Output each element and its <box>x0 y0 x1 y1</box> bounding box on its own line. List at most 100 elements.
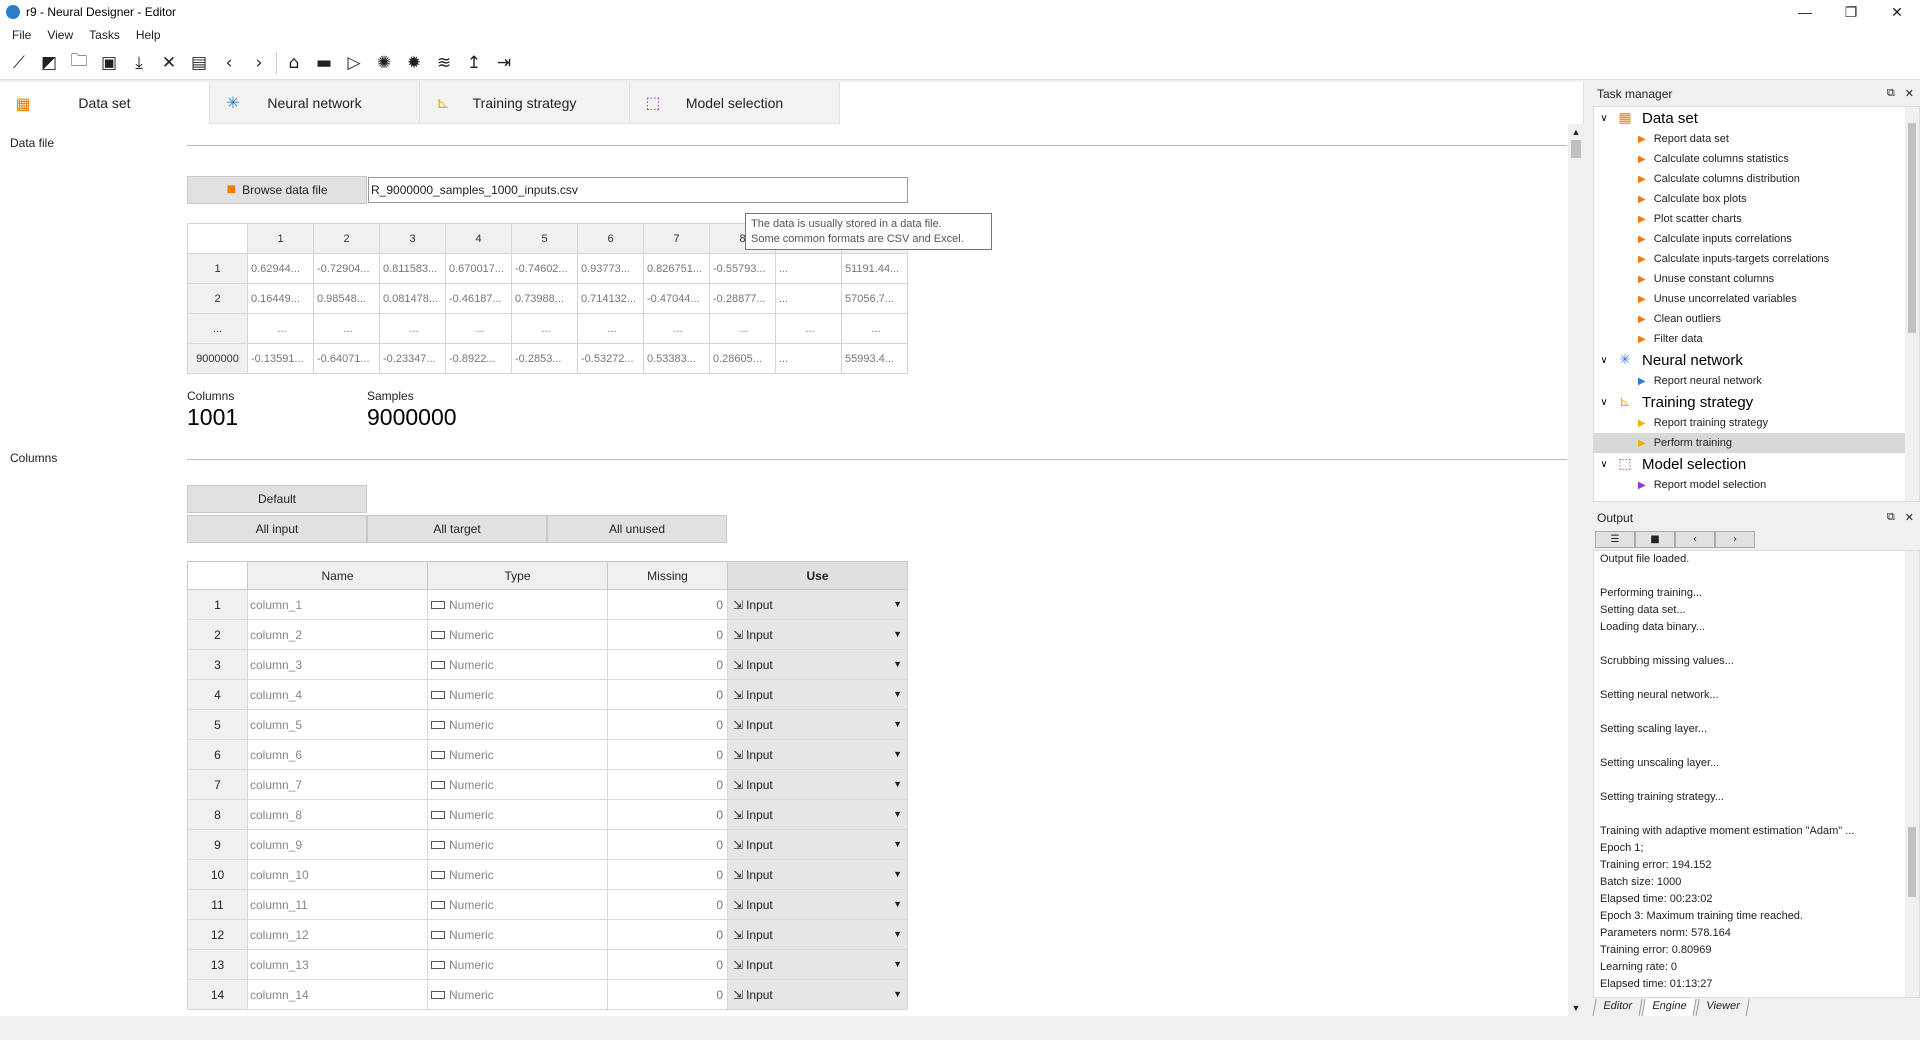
tab-viewer[interactable]: Viewer <box>1695 999 1751 1017</box>
download-icon[interactable]: ⤓ <box>124 49 154 77</box>
previous-icon[interactable]: ‹ <box>1675 531 1715 548</box>
float-pane-icon[interactable]: ⧉ <box>1887 511 1895 524</box>
use-select[interactable]: ⇲ Input ▼ <box>727 829 908 860</box>
close-icon[interactable]: ✕ <box>154 49 184 77</box>
column-name-field[interactable]: column_14 <box>247 979 428 1010</box>
chevron-down-icon[interactable]: ▼ <box>893 869 902 879</box>
use-select[interactable]: ⇲ Input ▼ <box>727 769 908 800</box>
minimize-button[interactable]: — <box>1782 0 1828 24</box>
scroll-thumb[interactable] <box>1571 140 1581 158</box>
use-select[interactable]: ⇲ Input ▼ <box>727 589 908 620</box>
task-item[interactable]: ▶ Report data set <box>1594 129 1919 149</box>
chevron-down-icon[interactable]: ∨ <box>1594 355 1614 366</box>
scroll-down-icon[interactable]: ▼ <box>1568 1000 1584 1016</box>
use-select[interactable]: ⇲ Input ▼ <box>727 709 908 740</box>
task-item[interactable]: ▶ Calculate columns distribution <box>1594 169 1919 189</box>
chevron-down-icon[interactable]: ▼ <box>893 689 902 699</box>
menu-tasks[interactable]: Tasks <box>81 28 128 42</box>
column-name-field[interactable]: column_2 <box>247 619 428 650</box>
use-select[interactable]: ⇲ Input ▼ <box>727 889 908 920</box>
task-group[interactable]: ∨ ▦ Data set <box>1594 107 1919 129</box>
use-select[interactable]: ⇲ Input ▼ <box>727 649 908 680</box>
use-select[interactable]: ⇲ Input ▼ <box>727 859 908 890</box>
task-item[interactable]: ▶ Clean outliers <box>1594 309 1919 329</box>
chevron-down-icon[interactable]: ∨ <box>1594 397 1614 408</box>
task-manager-scrollbar[interactable] <box>1905 107 1919 501</box>
list-icon[interactable]: ☰ <box>1595 531 1635 548</box>
output-scrollbar[interactable] <box>1905 551 1919 997</box>
maximize-button[interactable]: ❐ <box>1828 0 1874 24</box>
menu-file[interactable]: File <box>4 28 39 42</box>
wifi-icon[interactable]: ≋ <box>429 49 459 77</box>
chevron-down-icon[interactable]: ▼ <box>893 629 902 639</box>
use-select[interactable]: ⇲ Input ▼ <box>727 679 908 710</box>
type-header[interactable]: Type <box>427 561 608 590</box>
tab-neural-network[interactable]: ✳ Neural network <box>210 82 420 124</box>
chevron-down-icon[interactable]: ▼ <box>893 719 902 729</box>
chevron-down-icon[interactable]: ▼ <box>893 839 902 849</box>
stop-icon[interactable]: ■ <box>1635 531 1675 548</box>
edit-chart-icon[interactable]: ◩ <box>34 49 64 77</box>
chevron-down-icon[interactable]: ▼ <box>893 659 902 669</box>
task-item[interactable]: ▶ Report model selection <box>1594 475 1919 495</box>
tab-editor[interactable]: Editor <box>1592 999 1643 1017</box>
chevron-down-icon[interactable]: ▼ <box>893 899 902 909</box>
forward-icon[interactable]: › <box>244 49 274 77</box>
task-item[interactable]: ▶ Perform training <box>1594 433 1919 453</box>
home-icon[interactable]: ⌂ <box>279 49 309 77</box>
close-pane-icon[interactable]: ✕ <box>1905 87 1914 100</box>
column-name-field[interactable]: column_9 <box>247 829 428 860</box>
use-select[interactable]: ⇲ Input ▼ <box>727 949 908 980</box>
menu-help[interactable]: Help <box>128 28 169 42</box>
chevron-down-icon[interactable]: ▼ <box>893 779 902 789</box>
column-name-field[interactable]: column_1 <box>247 589 428 620</box>
chevron-down-icon[interactable]: ▼ <box>893 929 902 939</box>
all-unused-button[interactable]: All unused <box>547 515 727 543</box>
task-item[interactable]: ▶ Filter data <box>1594 329 1919 349</box>
close-window-button[interactable]: ✕ <box>1874 0 1920 24</box>
task-item[interactable]: ▶ Calculate columns statistics <box>1594 149 1919 169</box>
tab-model-selection[interactable]: ⬚ Model selection <box>630 82 840 124</box>
column-name-field[interactable]: column_12 <box>247 919 428 950</box>
scroll-thumb[interactable] <box>1908 827 1916 897</box>
use-select[interactable]: ⇲ Input ▼ <box>727 979 908 1010</box>
play-icon[interactable]: ▷ <box>339 49 369 77</box>
task-item[interactable]: ▶ Unuse uncorrelated variables <box>1594 289 1919 309</box>
task-item[interactable]: ▶ Unuse constant columns <box>1594 269 1919 289</box>
all-target-button[interactable]: All target <box>367 515 547 543</box>
task-item[interactable]: ▶ Report neural network <box>1594 371 1919 391</box>
task-group[interactable]: ∨ ⊾ Training strategy <box>1594 391 1919 413</box>
default-button[interactable]: Default <box>187 485 367 513</box>
task-item[interactable]: ▶ Plot scatter charts <box>1594 209 1919 229</box>
column-name-field[interactable]: column_3 <box>247 649 428 680</box>
scroll-up-icon[interactable]: ▲ <box>1568 124 1584 140</box>
upload-icon[interactable]: ↥ <box>459 49 489 77</box>
data-file-path-field[interactable]: R_9000000_samples_1000_inputs.csv <box>368 177 908 203</box>
use-select[interactable]: ⇲ Input ▼ <box>727 739 908 770</box>
chevron-down-icon[interactable]: ∨ <box>1594 113 1614 124</box>
document-icon[interactable]: ▤ <box>184 49 214 77</box>
use-select[interactable]: ⇲ Input ▼ <box>727 619 908 650</box>
column-name-field[interactable]: column_10 <box>247 859 428 890</box>
main-scrollbar[interactable]: ▲ ▼ <box>1568 124 1584 1016</box>
column-name-field[interactable]: column_11 <box>247 889 428 920</box>
browse-data-file-button[interactable]: ■ Browse data file <box>187 176 367 204</box>
chevron-down-icon[interactable]: ▼ <box>893 959 902 969</box>
chevron-down-icon[interactable]: ▼ <box>893 599 902 609</box>
task-item[interactable]: ▶ Report training strategy <box>1594 413 1919 433</box>
scroll-thumb[interactable] <box>1908 123 1916 333</box>
tab-training-strategy[interactable]: ⊾ Training strategy <box>420 82 630 124</box>
next-icon[interactable]: › <box>1715 531 1755 548</box>
column-name-field[interactable]: column_7 <box>247 769 428 800</box>
neural-net-icon[interactable]: ✺ <box>369 49 399 77</box>
tab-engine[interactable]: Engine <box>1641 999 1697 1017</box>
use-select[interactable]: ⇲ Input ▼ <box>727 919 908 950</box>
menu-view[interactable]: View <box>39 28 81 42</box>
export-icon[interactable]: ⇥ <box>489 49 519 77</box>
task-item[interactable]: ▶ Calculate box plots <box>1594 189 1919 209</box>
missing-header[interactable]: Missing <box>607 561 728 590</box>
column-name-field[interactable]: column_5 <box>247 709 428 740</box>
back-icon[interactable]: ‹ <box>214 49 244 77</box>
chevron-down-icon[interactable]: ∨ <box>1594 459 1614 470</box>
column-name-field[interactable]: column_13 <box>247 949 428 980</box>
